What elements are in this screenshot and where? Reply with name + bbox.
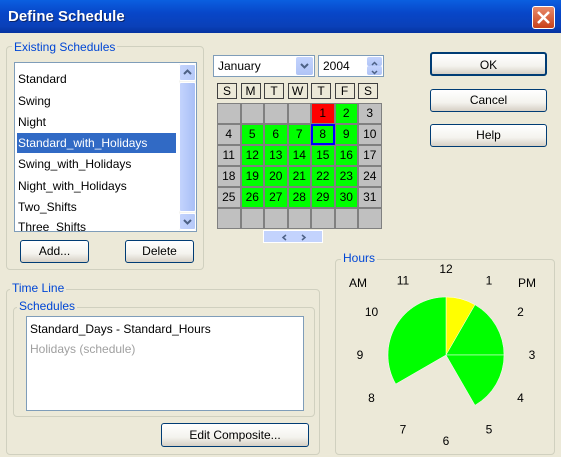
calendar-empty-cell: [217, 103, 241, 124]
am-label: AM: [349, 276, 367, 290]
calendar-day[interactable]: 4: [217, 124, 241, 145]
calendar-day[interactable]: 12: [240, 145, 264, 166]
month-dropdown-button[interactable]: [296, 57, 313, 75]
existing-schedules-legend: Existing Schedules: [12, 40, 118, 54]
scroll-up-button[interactable]: [179, 64, 196, 81]
close-button[interactable]: [532, 6, 555, 29]
schedules-legend: Schedules: [17, 299, 78, 313]
calendar-day[interactable]: 10: [358, 124, 382, 145]
list-item[interactable]: Two_Shifts: [17, 197, 176, 217]
chevron-down-icon: [371, 70, 378, 75]
list-item[interactable]: Swing: [17, 91, 176, 111]
list-item[interactable]: Holidays (schedule): [29, 339, 135, 359]
year-spinner[interactable]: 2004: [318, 55, 384, 77]
calendar-empty-cell: [311, 208, 335, 229]
weekday-header: F: [334, 83, 355, 99]
chevron-up-icon: [183, 69, 192, 75]
list-scrollbar[interactable]: [179, 64, 196, 230]
calendar-day[interactable]: 25: [217, 187, 241, 208]
add-button[interactable]: Add...: [20, 240, 89, 263]
calendar-day[interactable]: 7: [287, 124, 311, 145]
calendar-empty-cell: [217, 208, 241, 229]
calendar-empty-cell: [264, 208, 288, 229]
calendar-day[interactable]: 14: [287, 145, 311, 166]
weekday-header: S: [217, 83, 237, 99]
left-right-arrows-icon: [281, 234, 307, 241]
edit-composite-button[interactable]: Edit Composite...: [161, 423, 309, 447]
calendar-day[interactable]: 15: [311, 145, 335, 166]
scroll-thumb[interactable]: [179, 82, 196, 212]
year-up-button[interactable]: [367, 57, 382, 66]
calendar-day[interactable]: 18: [217, 166, 241, 187]
calendar-day[interactable]: 31: [358, 187, 382, 208]
list-item[interactable]: Swing_with_Holidays: [17, 154, 176, 174]
calendar-day[interactable]: 22: [311, 166, 335, 187]
year-value: 2004: [323, 59, 350, 73]
weekday-header: T: [264, 83, 284, 99]
calendar-day[interactable]: 8: [311, 124, 335, 145]
calendar-day[interactable]: 6: [264, 124, 288, 145]
list-item-selected[interactable]: Standard_with_Holidays: [17, 133, 176, 153]
calendar-day[interactable]: 20: [264, 166, 288, 187]
window-title: Define Schedule: [8, 8, 125, 25]
list-item[interactable]: Night: [17, 112, 176, 132]
weekday-header: T: [311, 83, 331, 99]
list-item[interactable]: Night_with_Holidays: [17, 176, 176, 196]
scroll-down-button[interactable]: [179, 213, 196, 230]
existing-schedules-list[interactable]: Standard Swing Night Standard_with_Holid…: [14, 62, 197, 232]
hours-legend: Hours: [341, 251, 378, 265]
calendar-day[interactable]: 9: [334, 124, 358, 145]
time-line-legend: Time Line: [10, 281, 67, 295]
calendar-day[interactable]: 30: [334, 187, 358, 208]
calendar-day[interactable]: 5: [240, 124, 264, 145]
month-value: January: [218, 59, 261, 73]
calendar-day[interactable]: 3: [358, 103, 382, 124]
calendar-day[interactable]: 16: [334, 145, 358, 166]
year-down-button[interactable]: [367, 66, 382, 75]
calendar-empty-cell: [287, 103, 311, 124]
ok-button[interactable]: OK: [430, 52, 547, 76]
chevron-down-icon: [183, 219, 192, 225]
calendar-day[interactable]: 1: [311, 103, 335, 124]
title-bar[interactable]: Define Schedule: [0, 0, 561, 33]
month-select[interactable]: January: [213, 55, 315, 77]
list-item[interactable]: Three_Shifts: [17, 217, 176, 231]
calendar-empty-cell: [240, 103, 264, 124]
calendar-day[interactable]: 11: [217, 145, 241, 166]
cancel-button[interactable]: Cancel: [430, 89, 547, 112]
calendar-day[interactable]: 17: [358, 145, 382, 166]
calendar-day[interactable]: 21: [287, 166, 311, 187]
help-button[interactable]: Help: [430, 124, 547, 147]
close-icon: [537, 11, 550, 24]
calendar-day[interactable]: 13: [264, 145, 288, 166]
define-schedule-dialog: Define Schedule Existing Schedules Stand…: [0, 0, 561, 457]
composite-schedules-list[interactable]: Standard_Days - Standard_Hours Holidays …: [26, 316, 304, 411]
list-item[interactable]: Standard_Days - Standard_Hours: [29, 319, 211, 339]
weekday-header: M: [240, 83, 261, 99]
pm-label: PM: [518, 276, 536, 290]
calendar-empty-cell: [287, 208, 311, 229]
calendar-day[interactable]: 24: [358, 166, 382, 187]
calendar-day[interactable]: 2: [334, 103, 358, 124]
list-item[interactable]: Standard: [17, 69, 176, 89]
weekday-header: S: [358, 83, 378, 99]
weekday-header: W: [287, 83, 308, 99]
calendar-day[interactable]: 23: [334, 166, 358, 187]
calendar-day[interactable]: 27: [264, 187, 288, 208]
calendar-month-scroller[interactable]: [263, 230, 323, 243]
calendar-empty-cell: [358, 208, 382, 229]
calendar-empty-cell: [240, 208, 264, 229]
calendar-day[interactable]: 28: [287, 187, 311, 208]
calendar-empty-cell: [264, 103, 288, 124]
chevron-down-icon: [300, 63, 309, 69]
calendar-grid: S M T W T F S 1 2 3 4 5 6 7 8 9 10 11 12 13 14 15 16 17 18 19 20 21…: [217, 83, 382, 229]
calendar-day[interactable]: 29: [311, 187, 335, 208]
delete-button[interactable]: Delete: [125, 240, 194, 263]
calendar-day[interactable]: 26: [240, 187, 264, 208]
calendar-day[interactable]: 19: [240, 166, 264, 187]
calendar-empty-cell: [334, 208, 358, 229]
